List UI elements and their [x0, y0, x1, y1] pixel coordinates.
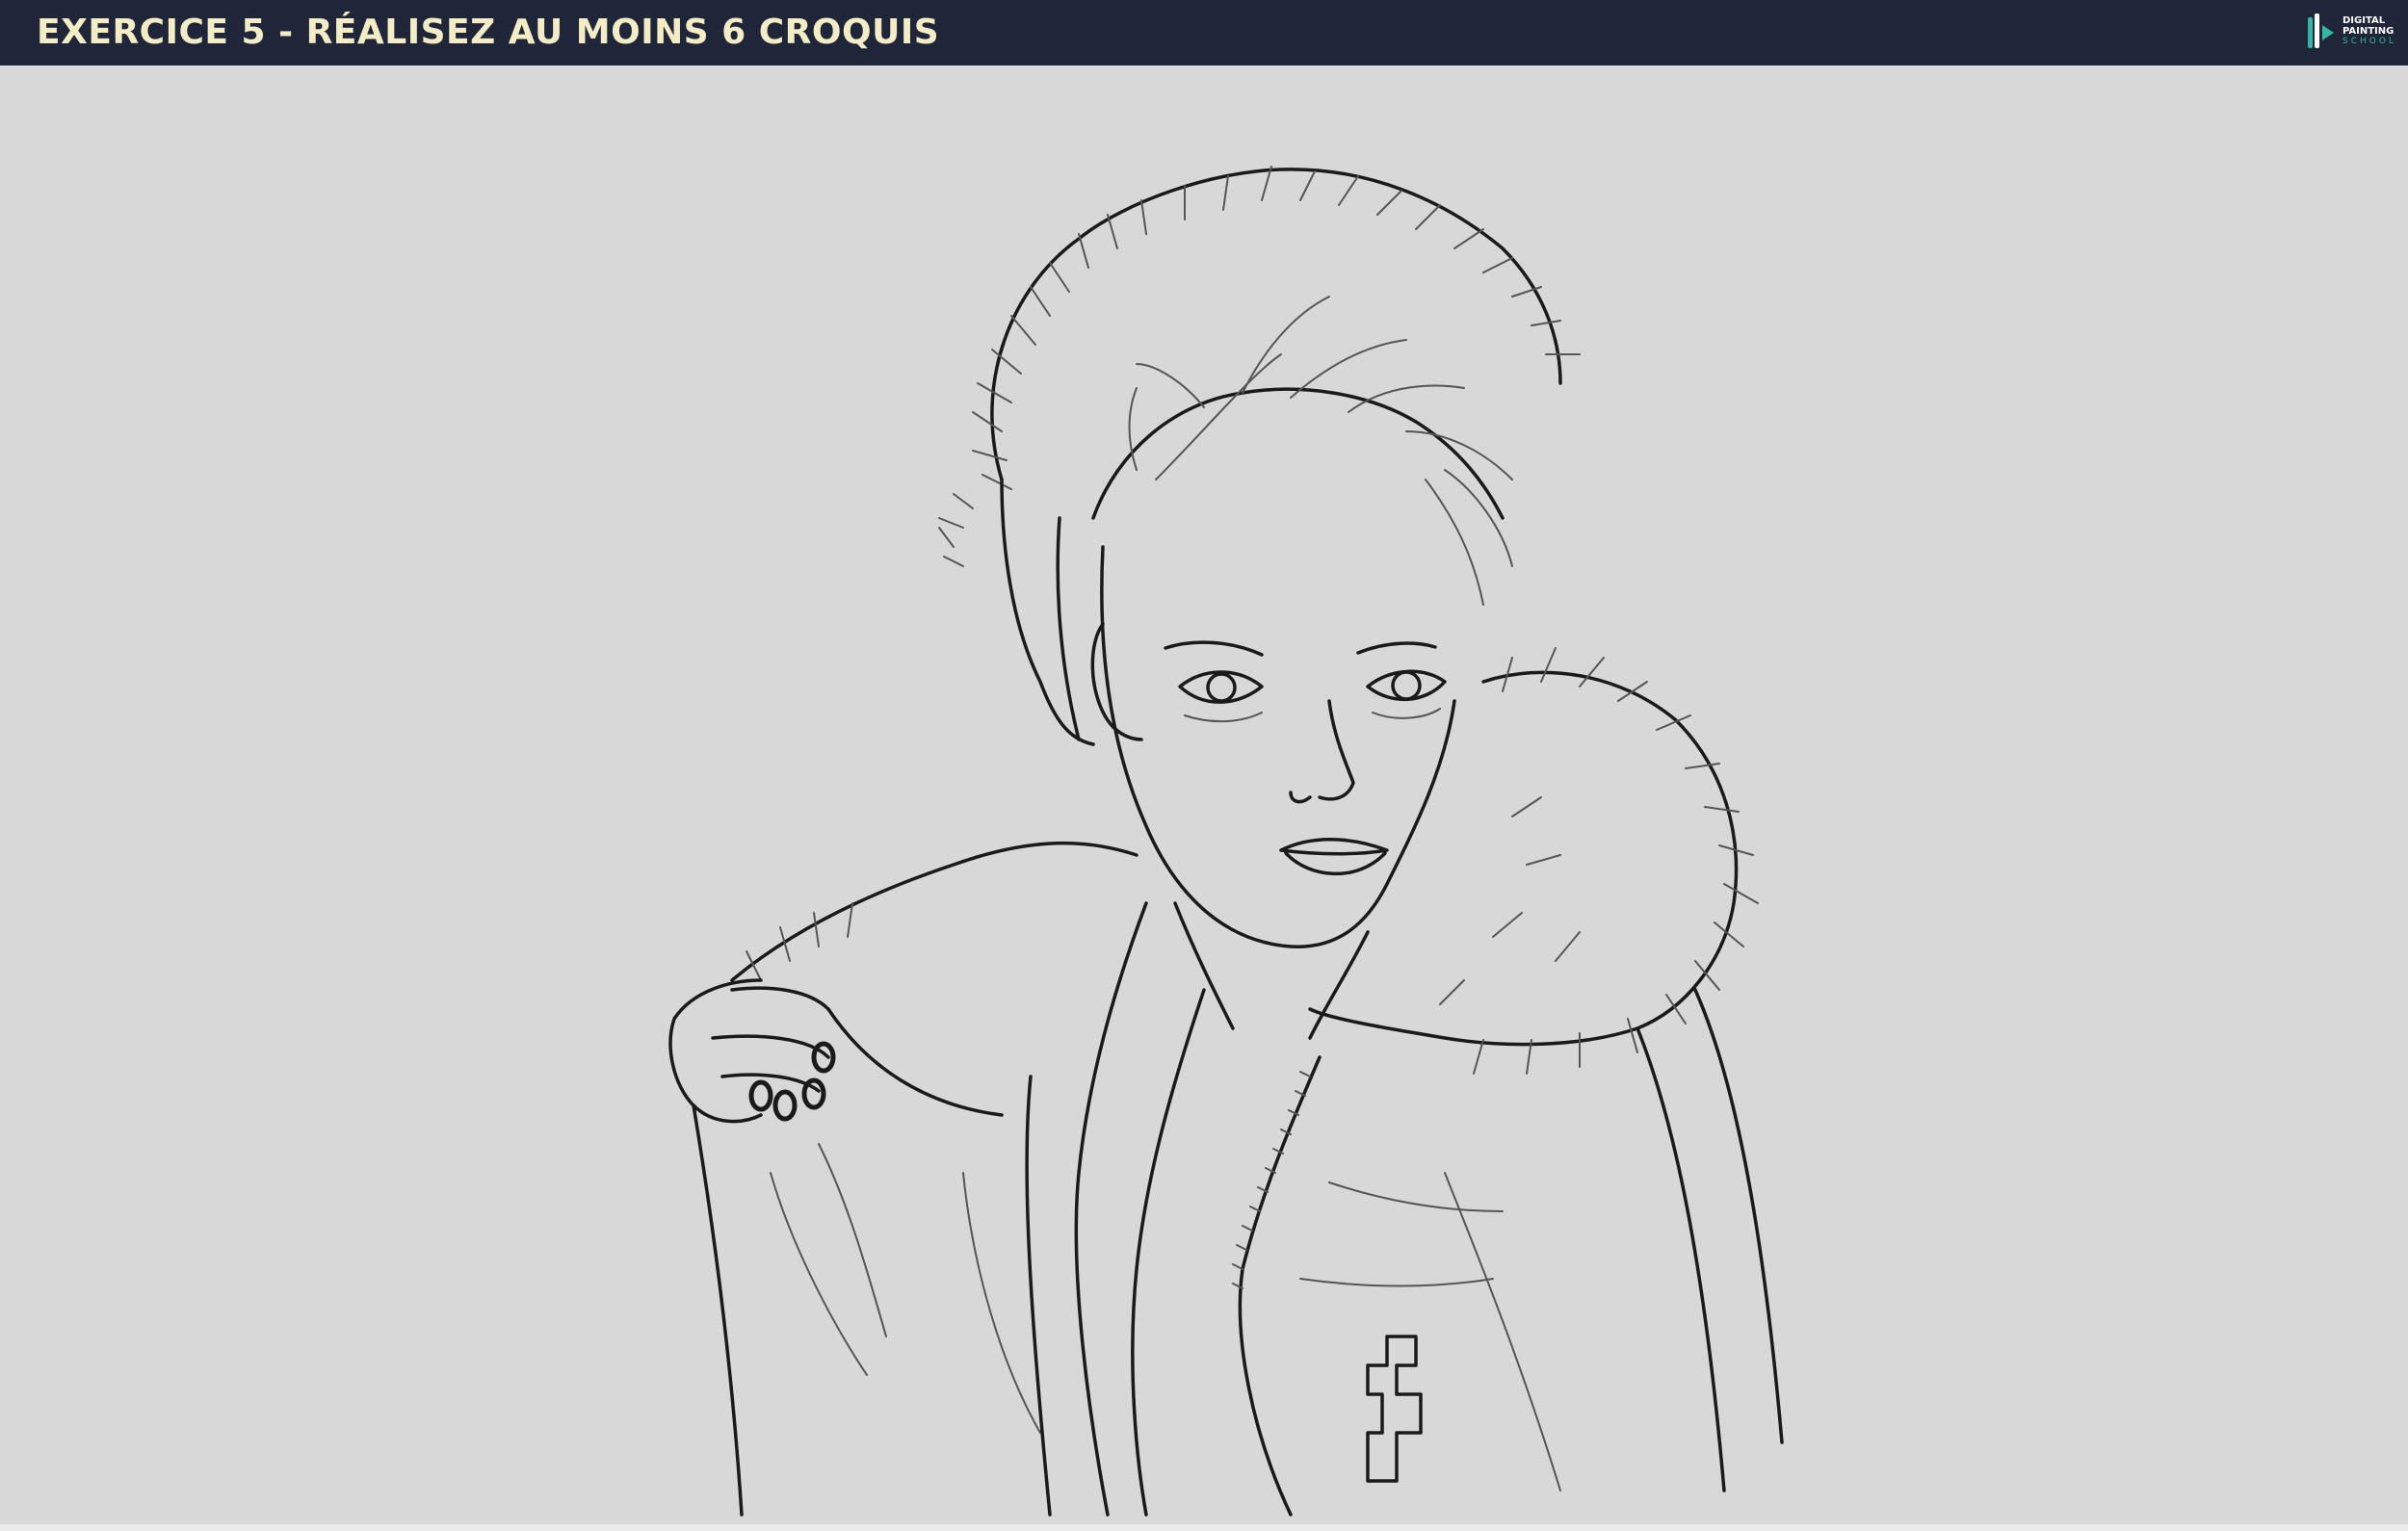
brush-logo-icon — [2308, 13, 2334, 48]
logo-line-2: PAINTING — [2343, 26, 2395, 37]
bottom-strip — [0, 1524, 2408, 1531]
logo-line-3: SCHOOL — [2343, 37, 2396, 46]
drawing-canvas[interactable] — [0, 65, 2408, 1524]
logo-wordmark: DIGITAL PAINTING SCHOOL — [2343, 15, 2396, 47]
logo-line-1: DIGITAL — [2343, 15, 2386, 26]
header-bar: EXERCICE 5 - RÉALISEZ AU MOINS 6 CROQUIS… — [0, 0, 2408, 65]
woman-fur-hood-sketch — [668, 166, 1784, 1517]
digital-painting-school-logo: DIGITAL PAINTING SCHOOL — [2302, 12, 2398, 54]
exercise-title: EXERCICE 5 - RÉALISEZ AU MOINS 6 CROQUIS — [37, 13, 940, 52]
